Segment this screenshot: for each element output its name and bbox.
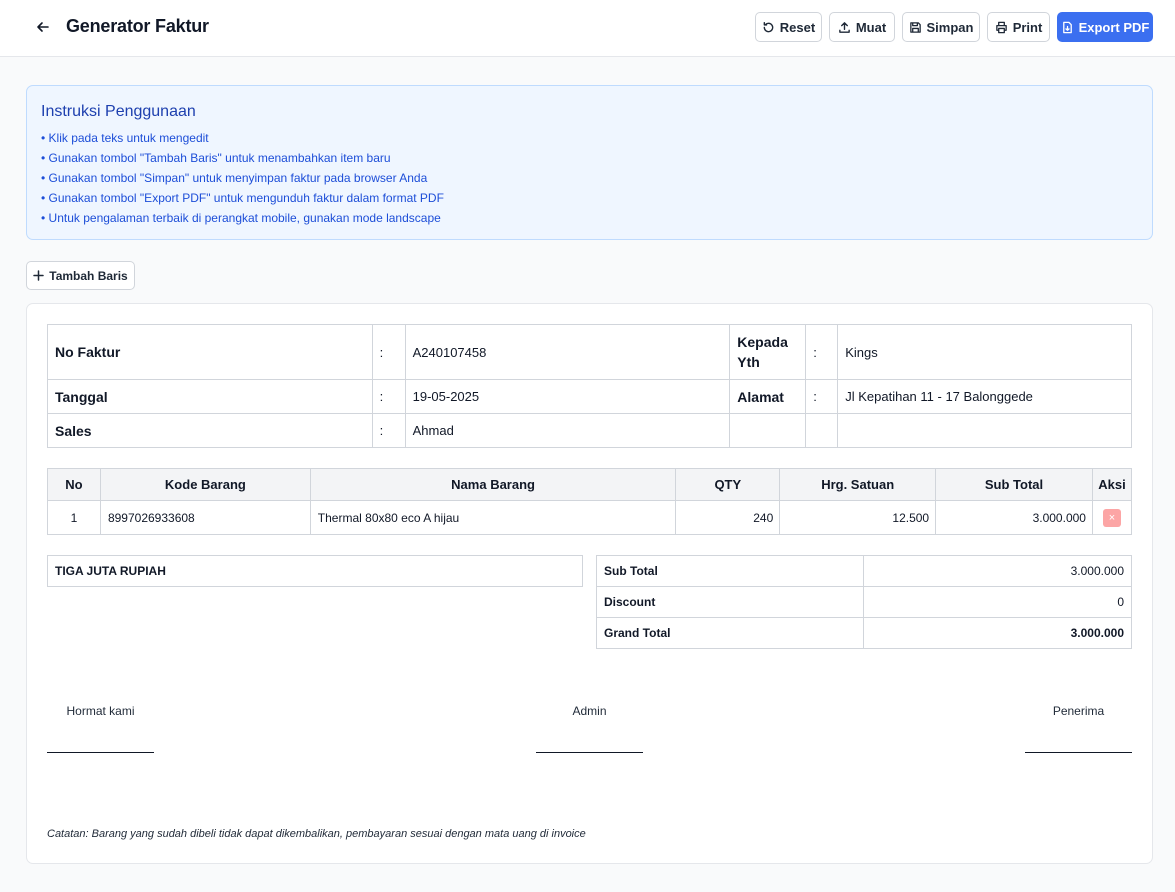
print-label: Print xyxy=(1012,19,1043,35)
column-header-no: No xyxy=(47,468,101,501)
signature-left-label: Hormat kami xyxy=(66,704,135,718)
arrow-left-icon xyxy=(37,22,49,32)
discount-value[interactable]: 0 xyxy=(863,586,1132,618)
load-label: Muat xyxy=(855,19,887,35)
invoice-info-table: No Faktur : A240107458 Kepada Yth : King… xyxy=(47,324,1132,448)
save-button[interactable]: Simpan xyxy=(902,12,980,42)
item-subtotal: 3.000.000 xyxy=(935,500,1093,535)
reset-icon xyxy=(763,21,774,32)
delete-row-button[interactable]: × xyxy=(1102,508,1121,527)
address-value[interactable]: Jl Kepatihan 11 - 17 Balonggede xyxy=(837,379,1132,414)
column-header-qty: QTY xyxy=(675,468,781,501)
instruction-item: • Gunakan tombol "Simpan" untuk menyimpa… xyxy=(41,171,428,185)
signature-right-label: Penerima xyxy=(1052,704,1105,718)
invoice-number-label: No Faktur xyxy=(47,324,373,380)
column-header-price: Hrg. Satuan xyxy=(779,468,937,501)
separator: : xyxy=(371,413,406,448)
empty-cell xyxy=(837,413,1132,448)
export-pdf-button[interactable]: Export PDF xyxy=(1057,12,1153,42)
item-qty[interactable]: 240 xyxy=(675,500,781,535)
footer-note: Catatan: Barang yang sudah dibeli tidak … xyxy=(47,828,586,840)
sales-label: Sales xyxy=(47,413,373,448)
item-no: 1 xyxy=(47,500,101,535)
separator: : xyxy=(805,379,839,414)
date-value[interactable]: 19-05-2025 xyxy=(404,379,731,414)
separator: : xyxy=(371,324,406,380)
column-header-action: Aksi xyxy=(1091,468,1133,501)
file-download-icon xyxy=(1062,21,1072,33)
print-button[interactable]: Print xyxy=(987,12,1050,42)
add-row-label: Tambah Baris xyxy=(49,268,128,283)
item-action-cell: × xyxy=(1091,500,1133,535)
signature-line xyxy=(1025,752,1132,753)
save-label: Simpan xyxy=(926,19,974,35)
instruction-item: • Untuk pengalaman terbaik di perangkat … xyxy=(41,211,441,225)
subtotal-value: 3.000.000 xyxy=(863,555,1132,587)
instructions-list: • Klik pada teks untuk mengedit • Gunaka… xyxy=(41,130,444,230)
date-label: Tanggal xyxy=(47,379,373,414)
address-label: Alamat xyxy=(729,379,807,414)
empty-cell xyxy=(729,413,807,448)
item-name[interactable]: Thermal 80x80 eco A hijau xyxy=(309,500,677,535)
upload-icon xyxy=(838,21,850,33)
discount-label: Discount xyxy=(596,586,864,618)
totals-table: Sub Total 3.000.000 Discount 0 Grand Tot… xyxy=(596,555,1132,649)
column-header-code: Kode Barang xyxy=(99,468,311,501)
save-icon xyxy=(909,21,921,33)
instruction-item: • Gunakan tombol "Export PDF" untuk meng… xyxy=(41,191,444,205)
instruction-item: • Gunakan tombol "Tambah Baris" untuk me… xyxy=(41,151,391,165)
sales-value[interactable]: Ahmad xyxy=(404,413,731,448)
load-button[interactable]: Muat xyxy=(829,12,895,42)
separator: : xyxy=(371,379,406,414)
recipient-label: Kepada Yth xyxy=(729,324,807,380)
instructions-panel: Instruksi Penggunaan • Klik pada teks un… xyxy=(26,85,1153,240)
signature-line xyxy=(47,752,154,753)
empty-cell xyxy=(805,413,839,448)
grand-total-value: 3.000.000 xyxy=(863,617,1132,649)
instruction-item: • Klik pada teks untuk mengedit xyxy=(41,131,209,145)
invoice-card: No Faktur : A240107458 Kepada Yth : King… xyxy=(26,303,1153,864)
separator: : xyxy=(805,324,839,380)
items-table: No Kode Barang Nama Barang QTY Hrg. Satu… xyxy=(47,468,1133,535)
invoice-number-value[interactable]: A240107458 xyxy=(404,324,731,380)
column-header-name: Nama Barang xyxy=(309,468,677,501)
column-header-subtotal: Sub Total xyxy=(935,468,1093,501)
printer-icon xyxy=(995,21,1007,33)
grand-total-label: Grand Total xyxy=(596,617,864,649)
signature-line xyxy=(536,752,643,753)
back-button[interactable] xyxy=(33,17,53,37)
reset-label: Reset xyxy=(779,19,816,35)
reset-button[interactable]: Reset xyxy=(755,12,822,42)
instructions-title: Instruksi Penggunaan xyxy=(41,103,196,120)
item-code[interactable]: 8997026933608 xyxy=(99,500,311,535)
amount-in-words: TIGA JUTA RUPIAH xyxy=(47,555,583,587)
recipient-value[interactable]: Kings xyxy=(837,324,1132,380)
subtotal-label: Sub Total xyxy=(596,555,864,587)
add-row-button[interactable]: Tambah Baris xyxy=(26,261,135,290)
item-price[interactable]: 12.500 xyxy=(779,500,937,535)
table-row: 1 8997026933608 Thermal 80x80 eco A hija… xyxy=(47,500,1133,535)
app-header: Generator Faktur Reset Muat Simpan Print… xyxy=(0,0,1175,57)
export-pdf-label: Export PDF xyxy=(1078,19,1150,35)
page-title: Generator Faktur xyxy=(66,16,209,36)
signature-center-label: Admin xyxy=(572,704,607,718)
plus-icon xyxy=(33,270,45,281)
